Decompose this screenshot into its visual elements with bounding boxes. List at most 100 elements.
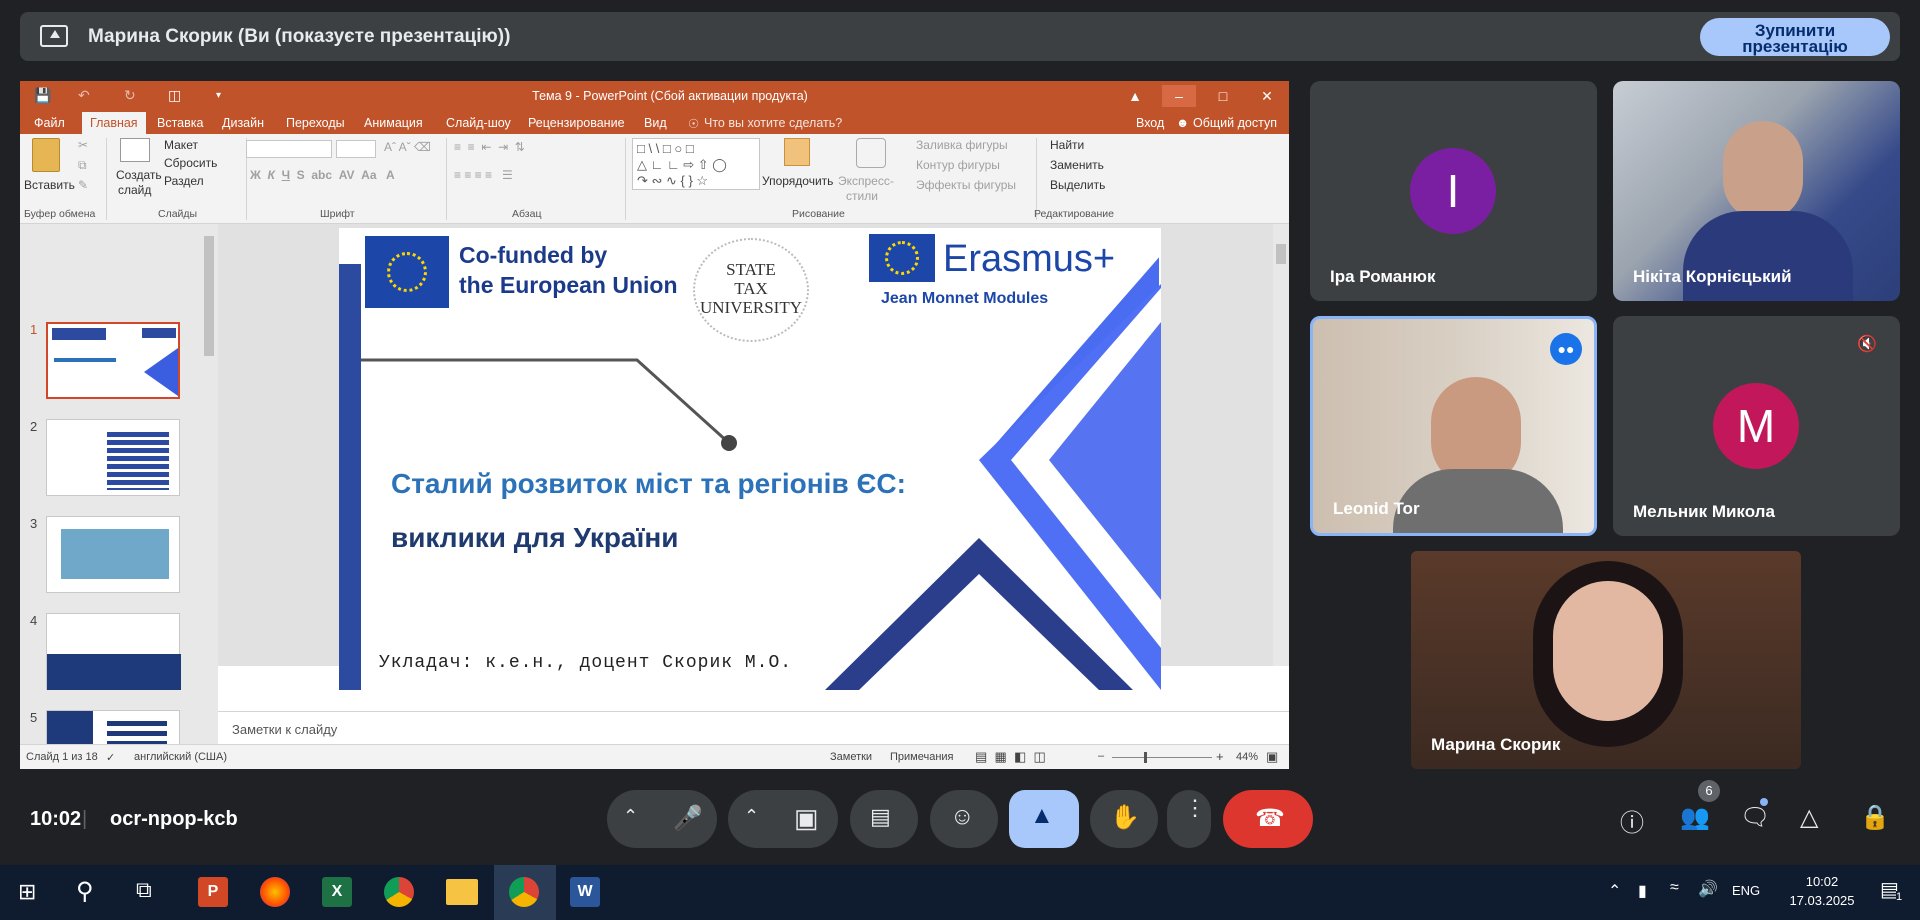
tab-insert[interactable]: Вставка [157,116,203,130]
customize-qat-icon[interactable]: ▾ [216,90,221,101]
input-language[interactable]: ENG [1732,883,1760,898]
tab-home[interactable]: Главная [82,112,146,134]
replace-button[interactable]: Заменить [1050,158,1104,172]
notes-toggle[interactable]: Заметки [830,751,872,763]
font-format-icons[interactable]: Ж К Ч S abc AV Aa A [250,168,395,182]
new-slide-label-1[interactable]: Создать [116,168,162,182]
microphone-icon[interactable]: 🎤 [673,804,703,833]
thumbs-scrollbar[interactable] [202,224,216,744]
thumb-slide-3[interactable] [46,516,180,593]
quick-styles-label-2[interactable]: стили [846,189,878,203]
captions-button[interactable]: ▤ [850,790,918,848]
participant-tile-video[interactable]: Нікіта Корнієцький [1613,81,1900,301]
self-view-tile[interactable]: Марина Скорик [1411,551,1801,769]
find-button[interactable]: Найти [1050,138,1084,152]
list-icons[interactable]: ≡ ≡ ⇤ ⇥ ⇅ [454,140,525,154]
slide-scrollbar[interactable] [1273,224,1289,666]
shape-fill-button[interactable]: Заливка фигуры [916,138,1008,152]
zoom-out-icon[interactable]: – [1098,750,1104,762]
slideshow-start-icon[interactable]: ◫ [168,87,181,104]
word-taskbar-icon[interactable]: W [570,877,600,907]
tab-slideshow[interactable]: Слайд-шоу [446,116,511,130]
file-explorer-taskbar-icon[interactable] [446,879,478,905]
new-slide-icon[interactable] [120,138,150,162]
thumb-slide-4[interactable] [46,613,181,690]
task-view-icon[interactable]: ⧉ [136,877,152,903]
tab-file[interactable]: Файл [34,116,65,130]
reactions-button[interactable]: ☺ [930,790,998,848]
paste-icon[interactable] [32,138,60,172]
camera-control[interactable]: ⌃ ▣ [728,790,838,848]
layout-button[interactable]: Макет [164,138,198,152]
tab-review[interactable]: Рецензирование [528,116,625,130]
more-options-button[interactable]: ⋮ [1167,790,1211,848]
volume-icon[interactable]: 🔊 [1698,879,1718,899]
firefox-taskbar-icon[interactable] [260,877,290,907]
windows-start-icon[interactable]: ⊞ [18,879,36,905]
present-now-button[interactable]: ▲ [1009,790,1079,848]
tray-overflow-icon[interactable]: ⌃ [1608,881,1621,901]
powerpoint-taskbar-icon[interactable]: P [198,877,228,907]
section-button[interactable]: Раздел [164,174,204,188]
share-button[interactable]: Общий доступ [1193,116,1277,130]
participant-tile[interactable]: I Іра Романюк [1310,81,1597,301]
shapes-gallery[interactable]: □ \ \ □ ○ □ △ ∟ ∟ ⇨ ⇧ ◯ ↷ ∾ ∿ { } ☆ [632,138,760,190]
select-button[interactable]: Выделить [1050,178,1105,192]
minimize-button[interactable]: – [1162,85,1196,107]
shape-effects-button[interactable]: Эффекты фигуры [916,178,1016,192]
people-icon[interactable]: 👥 [1680,803,1710,832]
participant-tile-active-speaker[interactable]: ●● Leonid Tor [1310,316,1597,536]
zoom-slider[interactable] [1112,757,1212,758]
tab-transitions[interactable]: Переходы [286,116,345,130]
leave-call-button[interactable]: ☎ [1223,790,1313,848]
save-icon[interactable]: 💾 [34,87,51,104]
battery-icon[interactable]: ▮ [1638,881,1647,901]
quick-styles-icon[interactable] [856,138,886,168]
font-size-select[interactable] [336,140,376,158]
language-indicator[interactable]: английский (США) [134,751,227,763]
chevron-up-icon[interactable]: ⌃ [623,806,638,827]
maximize-button[interactable]: □ [1206,85,1240,107]
arrange-icon[interactable] [784,138,810,166]
chevron-up-icon[interactable]: ⌃ [744,806,759,827]
undo-icon[interactable]: ↶ [78,87,90,104]
search-icon[interactable]: ⚲ [76,877,94,906]
shape-outline-button[interactable]: Контур фигуры [916,158,1000,172]
new-slide-label-2[interactable]: слайд [118,183,151,197]
zoom-slider-thumb[interactable] [1144,752,1147,763]
sign-in-link[interactable]: Вход [1136,116,1164,130]
clock-date[interactable]: 17.03.2025 [1782,893,1862,908]
close-button[interactable]: ✕ [1250,85,1284,107]
fit-slide-icon[interactable]: ▣ [1266,749,1278,765]
thumb-slide-2[interactable] [46,419,180,496]
grow-font-icon[interactable]: Aˆ Aˇ ⌫ [384,140,431,154]
spellcheck-icon[interactable]: ✓ [106,751,115,764]
comments-toggle[interactable]: Примечания [890,751,954,763]
chat-icon[interactable]: 🗨 [1740,803,1770,832]
quick-styles-label-1[interactable]: Экспресс- [838,174,894,188]
participant-tile[interactable]: 🔇 M Мельник Микола [1613,316,1900,536]
zoom-in-icon[interactable]: + [1216,749,1224,764]
cut-icon[interactable]: ✂ [78,138,88,152]
clock-time[interactable]: 10:02 [1792,874,1852,889]
host-controls-icon[interactable]: 🔒 [1860,803,1890,832]
notes-pane[interactable]: Заметки к слайду [218,711,1289,744]
mic-control[interactable]: ⌃ 🎤 [607,790,717,848]
view-buttons[interactable]: ▤ ▦ ◧ ◫ [975,749,1046,765]
tab-design[interactable]: Дизайн [222,116,264,130]
zoom-level[interactable]: 44% [1236,751,1258,763]
excel-taskbar-icon[interactable]: X [322,877,352,907]
tab-animation[interactable]: Анимация [364,116,423,130]
raise-hand-button[interactable]: ✋ [1090,790,1158,848]
stop-presenting-button[interactable]: Зупинити презентацію [1700,18,1890,56]
font-name-select[interactable] [246,140,332,158]
thumb-slide-1[interactable] [46,322,180,399]
reset-button[interactable]: Сбросить [164,156,217,170]
chrome-meet-taskbar-icon[interactable] [509,877,539,907]
ribbon-display-icon[interactable]: ▲ [1118,85,1152,107]
copy-icon[interactable]: ⧉ [78,158,87,173]
current-slide[interactable]: Co-funded by the European Union STATE TA… [339,228,1161,690]
meeting-details-icon[interactable]: ⓘ [1620,803,1644,838]
wifi-icon[interactable]: ≈ [1670,879,1679,897]
activities-icon[interactable]: △ [1800,803,1818,832]
